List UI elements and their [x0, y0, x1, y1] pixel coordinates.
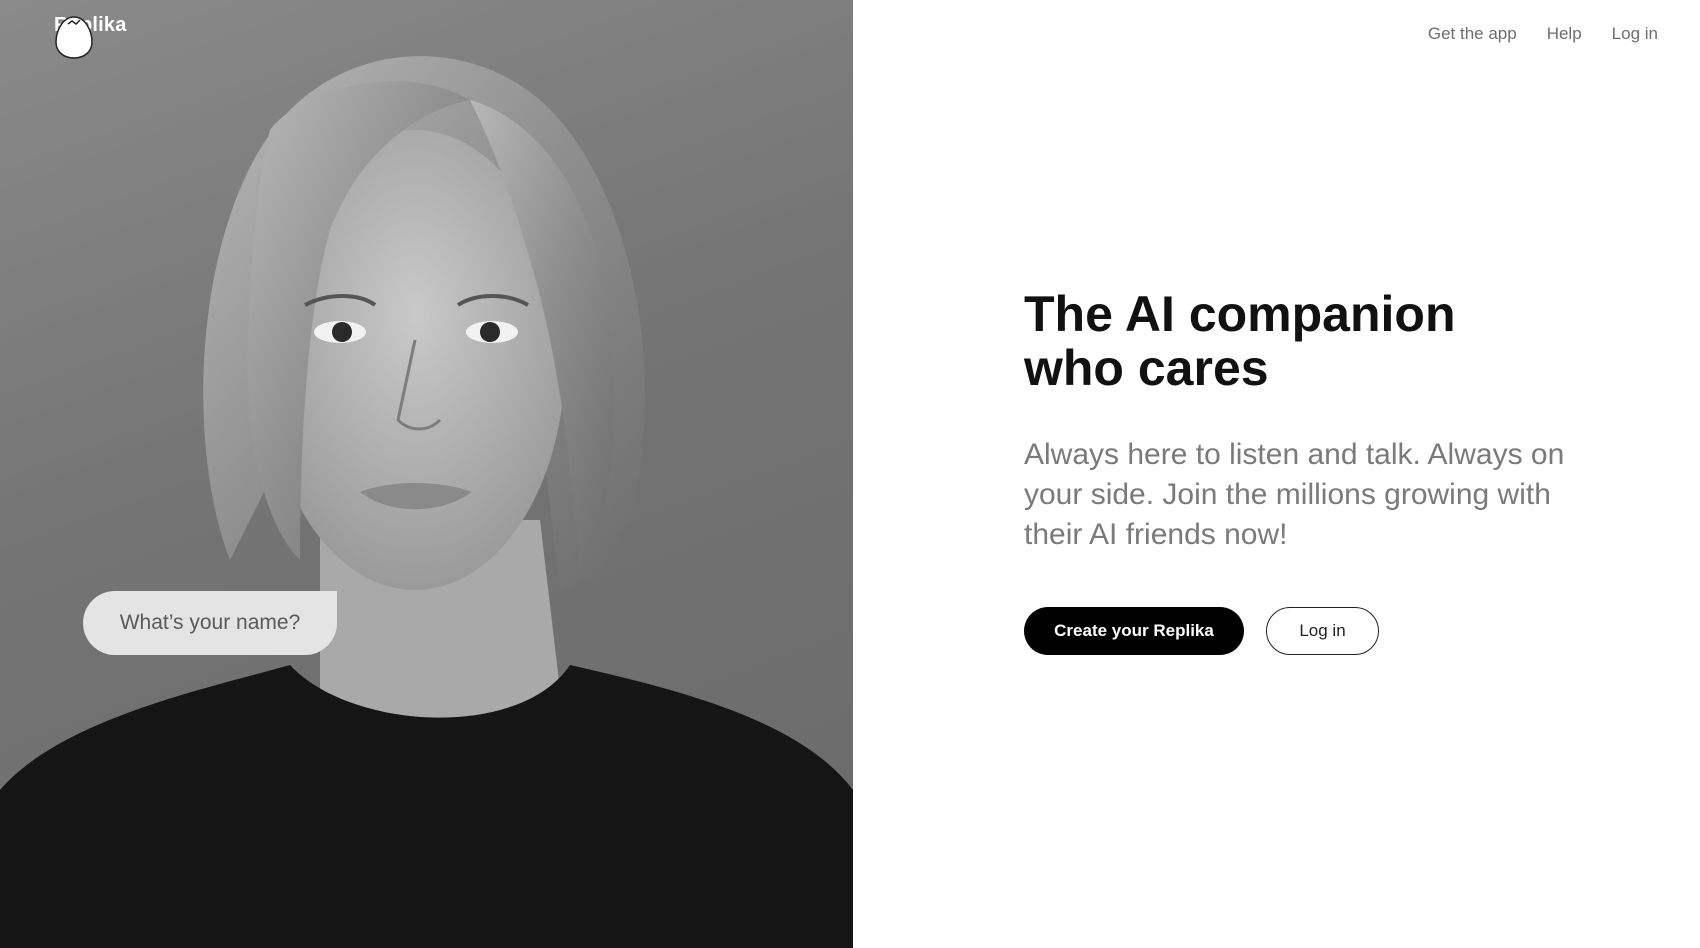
- cta-group: Create your Replika Log in: [1024, 607, 1624, 655]
- hero-content: The AI companion who cares Always here t…: [1024, 287, 1624, 655]
- chat-bubble-text: What’s your name?: [119, 611, 301, 634]
- hero-subtext: Always here to listen and talk. Always o…: [1024, 438, 1565, 551]
- nav-log-in[interactable]: Log in: [1612, 24, 1658, 44]
- hero-avatar-image: Replika What’s your name?: [0, 0, 853, 948]
- page-title: The AI companion who cares: [1024, 286, 1456, 396]
- brand-logo-link[interactable]: Replika: [54, 14, 127, 59]
- top-navigation: Get the app Help Log in: [1428, 24, 1658, 44]
- avatar-illustration: [0, 56, 853, 948]
- nav-get-the-app[interactable]: Get the app: [1428, 24, 1517, 44]
- nav-help[interactable]: Help: [1547, 24, 1582, 44]
- egg-logo-icon: [55, 16, 93, 59]
- chat-bubble: What’s your name?: [83, 591, 337, 655]
- log-in-button[interactable]: Log in: [1266, 607, 1379, 655]
- create-replika-button[interactable]: Create your Replika: [1024, 607, 1244, 655]
